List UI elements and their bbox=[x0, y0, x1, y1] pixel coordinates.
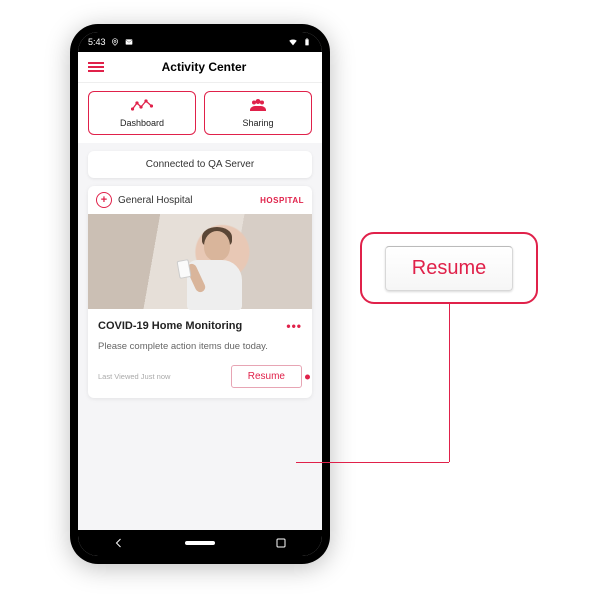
card-description: Please complete action items due today. bbox=[98, 341, 302, 353]
dashboard-icon bbox=[131, 98, 153, 115]
nav-home-icon[interactable] bbox=[185, 541, 215, 545]
android-status-bar: 5:43 bbox=[78, 32, 322, 52]
sharing-icon bbox=[247, 98, 269, 115]
battery-icon bbox=[302, 37, 312, 47]
resume-callout: Resume bbox=[360, 232, 538, 304]
status-time: 5:43 bbox=[88, 37, 106, 47]
nav-back-icon[interactable] bbox=[104, 537, 134, 549]
callout-anchor-dot bbox=[305, 374, 310, 379]
android-nav-bar bbox=[78, 530, 322, 556]
location-icon bbox=[110, 37, 120, 47]
phone-screen: 5:43 Activity Cent bbox=[78, 32, 322, 556]
dashboard-button[interactable]: Dashboard bbox=[88, 91, 196, 135]
app-header: Activity Center bbox=[78, 52, 322, 83]
sharing-label: Sharing bbox=[242, 118, 273, 128]
org-name: General Hospital bbox=[118, 195, 254, 206]
resume-callout-button[interactable]: Resume bbox=[385, 246, 513, 291]
card-title: COVID-19 Home Monitoring bbox=[98, 320, 286, 332]
more-options-icon[interactable]: ••• bbox=[286, 319, 302, 333]
callout-connector bbox=[449, 304, 450, 462]
top-tabs: Dashboard Sharing bbox=[78, 83, 322, 143]
nav-recent-icon[interactable] bbox=[266, 537, 296, 549]
phone-frame: 5:43 Activity Cent bbox=[70, 24, 330, 564]
activity-card: + General Hospital HOSPITAL COVID-19 Hom… bbox=[88, 186, 312, 398]
card-image bbox=[88, 214, 312, 309]
page-title: Activity Center bbox=[96, 60, 312, 74]
card-header: + General Hospital HOSPITAL bbox=[88, 186, 312, 214]
hospital-icon: + bbox=[96, 192, 112, 208]
resume-button-label: Resume bbox=[248, 371, 285, 382]
last-viewed-label: Last Viewed Just now bbox=[98, 372, 225, 381]
content-area: Connected to QA Server + General Hospita… bbox=[78, 143, 322, 530]
sharing-button[interactable]: Sharing bbox=[204, 91, 312, 135]
wifi-icon bbox=[288, 37, 298, 47]
mail-icon bbox=[124, 37, 134, 47]
server-status-banner: Connected to QA Server bbox=[88, 151, 312, 178]
resume-callout-label: Resume bbox=[412, 257, 486, 279]
dashboard-label: Dashboard bbox=[120, 118, 164, 128]
resume-button[interactable]: Resume bbox=[231, 365, 302, 388]
org-type-badge: HOSPITAL bbox=[260, 196, 304, 205]
